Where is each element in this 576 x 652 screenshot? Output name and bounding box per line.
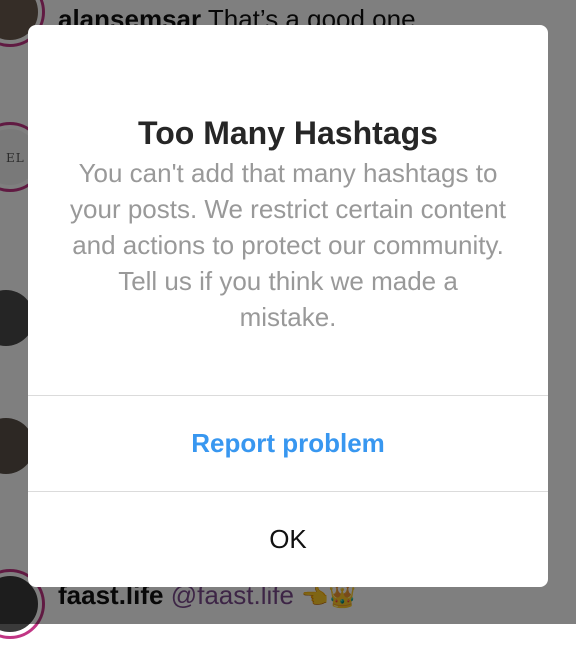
dialog-message: You can't add that many hashtags to your… — [70, 158, 506, 332]
report-problem-button[interactable]: Report problem — [28, 396, 548, 491]
dialog-title: Too Many Hashtags — [138, 115, 438, 151]
too-many-hashtags-dialog: Too Many Hashtags You can't add that man… — [28, 25, 548, 587]
ok-button[interactable]: OK — [28, 492, 548, 587]
